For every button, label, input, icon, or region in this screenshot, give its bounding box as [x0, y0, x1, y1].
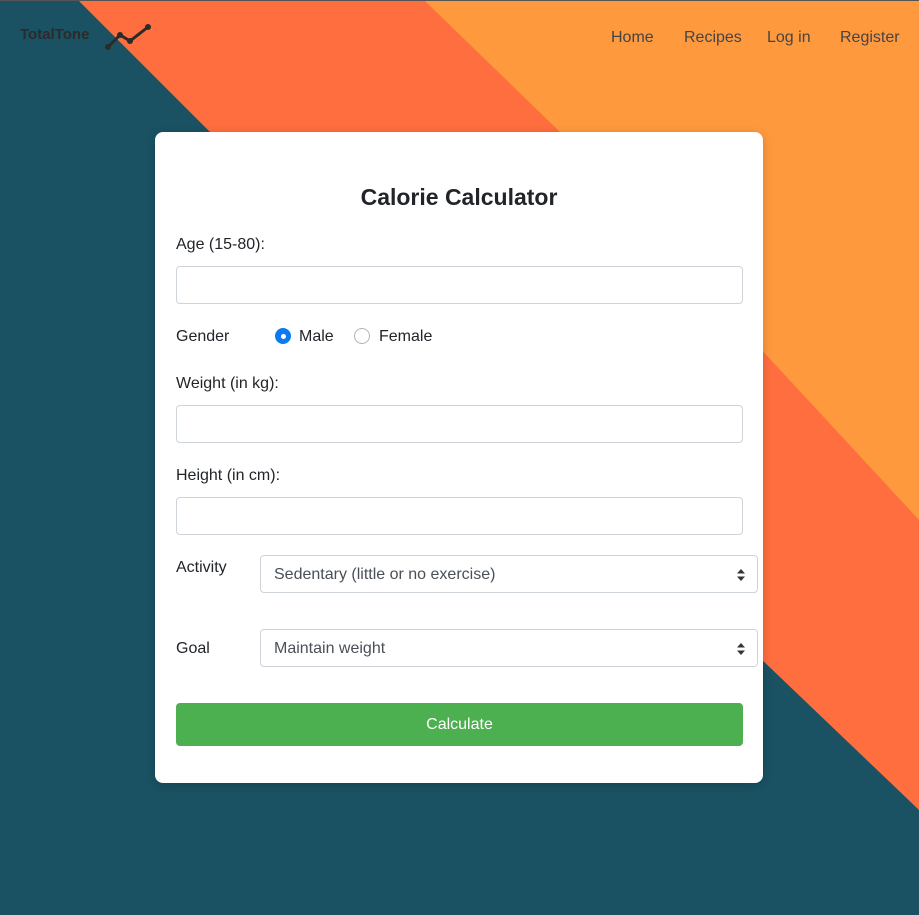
gender-label: Gender	[176, 328, 230, 345]
select-arrows-icon	[737, 569, 745, 581]
gender-male-radio[interactable]	[275, 328, 291, 344]
age-input[interactable]	[176, 266, 743, 304]
goal-selected-value: Maintain weight	[274, 640, 386, 657]
nav-home-link[interactable]: Home	[611, 29, 654, 47]
height-input[interactable]	[176, 497, 743, 535]
goal-label: Goal	[176, 640, 210, 657]
nav-recipes-link[interactable]: Recipes	[684, 29, 742, 47]
height-label: Height (in cm):	[176, 467, 281, 484]
calculate-button[interactable]: Calculate	[176, 703, 743, 746]
line-chart-icon	[105, 24, 151, 50]
activity-label: Activity	[176, 559, 227, 576]
nav-login-link[interactable]: Log in	[767, 29, 811, 47]
goal-select[interactable]: Maintain weight	[260, 629, 758, 667]
gender-female-radio[interactable]	[354, 328, 370, 344]
gender-female-label[interactable]: Female	[379, 328, 432, 346]
navbar: TotalTone Home Recipes Log in Register	[0, 0, 919, 76]
age-label: Age (15-80):	[176, 236, 265, 253]
brand-link[interactable]: TotalTone	[20, 26, 89, 43]
gender-male-label[interactable]: Male	[299, 328, 334, 346]
weight-input[interactable]	[176, 405, 743, 443]
calculator-card: Calorie Calculator Age (15-80): Gender M…	[155, 132, 763, 783]
nav-register-link[interactable]: Register	[840, 29, 900, 47]
activity-select[interactable]: Sedentary (little or no exercise)	[260, 555, 758, 593]
select-arrows-icon	[737, 643, 745, 655]
page-title: Calorie Calculator	[360, 184, 558, 210]
weight-label: Weight (in kg):	[176, 375, 279, 392]
activity-selected-value: Sedentary (little or no exercise)	[274, 566, 496, 583]
